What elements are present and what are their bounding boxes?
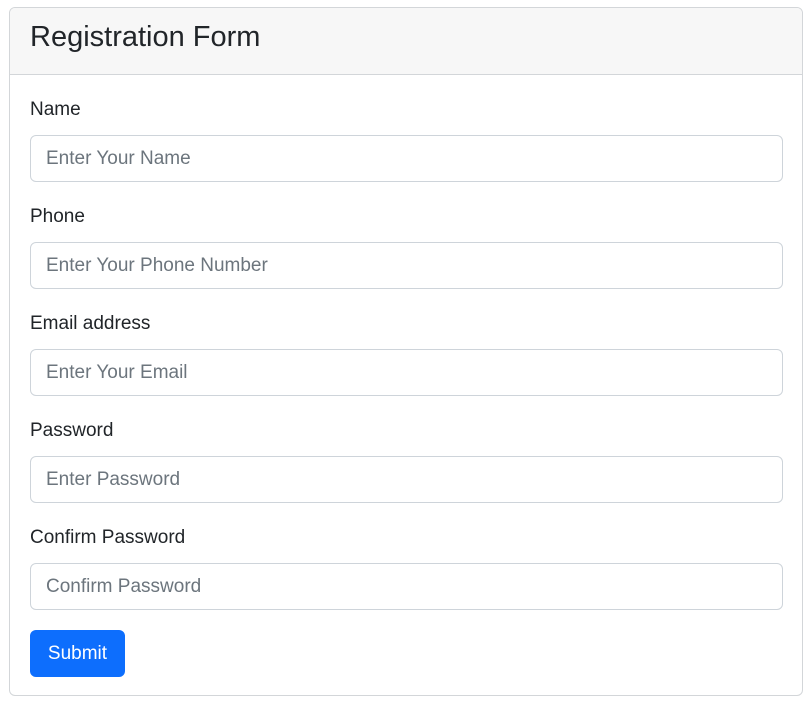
confirm-password-input[interactable] [30,563,783,610]
registration-form-card: Registration Form Name Phone Email addre… [9,7,803,696]
password-input[interactable] [30,456,783,503]
name-label: Name [30,99,81,120]
password-label: Password [30,420,114,441]
submit-button[interactable]: Submit [30,630,125,677]
card-header: Registration Form [10,8,802,75]
form-title: Registration Form [30,20,261,53]
phone-input[interactable] [30,242,783,289]
name-input[interactable] [30,135,783,182]
email-input[interactable] [30,349,783,396]
email-label: Email address [30,313,151,334]
confirm-password-label: Confirm Password [30,527,186,548]
phone-label: Phone [30,206,85,227]
